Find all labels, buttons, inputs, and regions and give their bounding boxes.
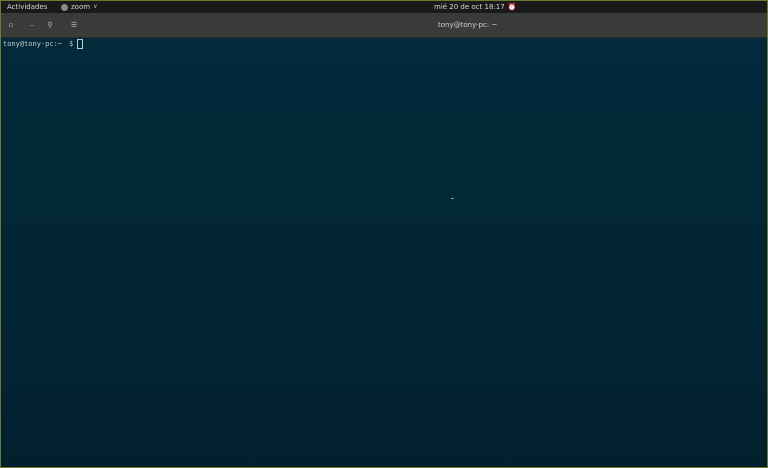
window-title: tony@tony-pc: ~ (438, 21, 498, 29)
text-cursor (77, 39, 84, 49)
zoom-icon (61, 3, 68, 11)
menu-icon[interactable]: ☰ (68, 19, 80, 31)
prompt-line: tony@tony-pc: ~ $ (3, 39, 84, 49)
chevron-down-icon: ∨ (93, 3, 98, 10)
activities-button[interactable]: Actividades (7, 1, 47, 13)
terminal-icon[interactable]: ▫ (5, 19, 17, 31)
clock-menu[interactable]: mié 20 de oct 18:17 ⏰ (434, 1, 516, 13)
prompt-user-host: tony@tony-pc (3, 39, 54, 48)
terminal-header-bar: ▫ – ⚲ ☰ tony@tony-pc: ~ (1, 13, 767, 38)
gnome-top-bar: Actividades zoom ∨ mié 20 de oct 18:17 ⏰ (1, 1, 767, 13)
clock-label: mié 20 de oct 18:17 (434, 3, 505, 11)
app-menu-label: zoom (71, 3, 91, 11)
app-menu[interactable]: zoom ∨ (61, 1, 97, 13)
alarm-clock-icon: ⏰ (507, 3, 517, 11)
mouse-pointer (451, 198, 454, 199)
minimize-icon[interactable]: – (26, 19, 38, 31)
prompt-dollar: $ (69, 39, 74, 48)
desktop-screen: Actividades zoom ∨ mié 20 de oct 18:17 ⏰… (0, 0, 768, 468)
search-icon[interactable]: ⚲ (44, 19, 56, 31)
terminal-area[interactable]: tony@tony-pc: ~ $ (1, 38, 767, 467)
prompt-cwd: ~ (57, 39, 63, 48)
